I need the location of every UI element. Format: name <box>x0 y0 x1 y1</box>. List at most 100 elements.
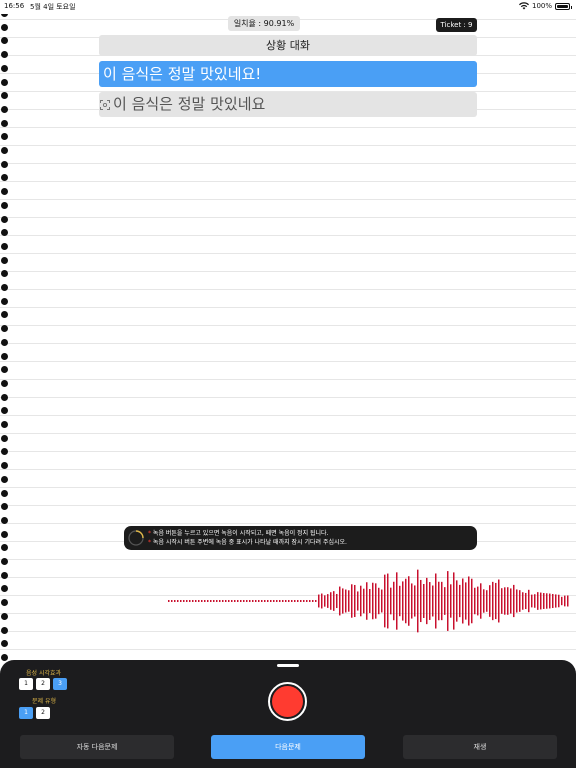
waveform-bar <box>183 600 185 602</box>
record-icon <box>272 686 303 717</box>
ring-hole <box>1 421 8 428</box>
waveform-bar <box>321 593 323 609</box>
ring-hole <box>1 147 8 154</box>
ring-hole <box>1 379 8 387</box>
sound-effect-option-2[interactable]: 2 <box>36 678 50 690</box>
ring-hole <box>1 325 8 333</box>
status-right: 100% <box>518 2 572 10</box>
ring-hole <box>1 105 8 113</box>
auto-next-button[interactable]: 자동 다음문제 <box>20 735 174 759</box>
waveform-bar <box>426 577 428 625</box>
question-type-option-2[interactable]: 2 <box>36 707 50 719</box>
ring-hole <box>1 503 8 511</box>
next-question-button[interactable]: 다음문제 <box>211 735 365 759</box>
status-time: 16:56 <box>4 2 25 10</box>
waveform-bar <box>180 600 182 602</box>
waveform-bar <box>360 585 362 617</box>
waveform-bar <box>369 589 371 613</box>
record-button[interactable] <box>268 682 307 721</box>
sound-effect-option-1[interactable]: 1 <box>19 678 33 690</box>
waveform-bar <box>483 589 485 613</box>
waveform-bar <box>315 600 317 602</box>
waveform-bar <box>255 600 257 602</box>
waveform-bar <box>372 582 374 620</box>
recognized-sentence-box: 이 음식은 정말 맛있네요 <box>99 92 477 117</box>
waveform-bar <box>330 592 332 610</box>
ring-hole <box>1 92 8 100</box>
match-rate-label: 일치율 : 90.91% <box>228 16 300 31</box>
waveform-bar <box>207 600 209 602</box>
waveform-bar <box>270 600 272 602</box>
waveform-bar <box>552 593 554 609</box>
waveform-bar <box>549 593 551 609</box>
waveform-bar <box>480 583 482 619</box>
waveform-bar <box>243 600 245 602</box>
ring-hole <box>1 23 8 31</box>
waveform-bar <box>252 600 254 602</box>
ring-hole <box>1 119 8 127</box>
waveform-bar <box>309 600 311 602</box>
waveform-bar <box>288 600 290 602</box>
waveform-bar <box>177 600 179 602</box>
waveform-bar <box>222 600 224 602</box>
ring-hole <box>1 188 8 196</box>
ring-hole <box>1 297 8 305</box>
ring-hole <box>1 284 8 291</box>
ring-hole <box>1 448 8 456</box>
waveform-bar <box>465 582 467 620</box>
waveform-bar <box>249 600 251 602</box>
sound-effect-option-3[interactable]: 3 <box>53 678 67 690</box>
waveform-bar <box>327 594 329 608</box>
waveform-bar <box>228 600 230 602</box>
waveform-bar <box>282 600 284 602</box>
waveform-bar <box>462 578 464 624</box>
waveform-bar <box>441 581 443 621</box>
ring-hole <box>1 201 8 209</box>
waveform-bar <box>381 589 383 613</box>
ring-hole <box>1 242 8 250</box>
waveform-bar <box>438 581 440 621</box>
ring-hole <box>1 475 8 483</box>
waveform-bar <box>498 579 500 623</box>
ring-hole <box>1 270 8 278</box>
target-sentence: 이 음식은 정말 맛있네요! <box>99 61 477 87</box>
battery-icon <box>555 2 572 10</box>
waveform-bar <box>450 584 452 618</box>
waveform-bar <box>492 581 494 621</box>
control-panel: 음성 시각효과 1 2 3 문제 유형 1 2 자동 다음문제 다음문제 재생 <box>0 660 576 768</box>
waveform-bar <box>501 588 503 614</box>
play-button[interactable]: 재생 <box>403 735 557 759</box>
ring-hole <box>1 174 8 182</box>
waveform-bar <box>192 600 194 602</box>
waveform-bar <box>435 573 437 629</box>
waveform-bar <box>516 589 518 613</box>
waveform-bar <box>285 600 287 602</box>
panel-drag-handle[interactable] <box>277 664 299 667</box>
waveform-bar <box>489 585 491 617</box>
waveform-bar <box>171 600 173 602</box>
waveform-bar <box>312 600 314 602</box>
waveform-bar <box>216 600 218 602</box>
waveform-bar <box>540 592 542 610</box>
waveform-bar <box>357 591 359 611</box>
waveform-bar <box>303 600 305 602</box>
notebook-rings <box>0 10 10 661</box>
ring-hole <box>1 64 8 72</box>
waveform-bar <box>198 600 200 602</box>
question-type-option-1[interactable]: 1 <box>19 707 33 719</box>
waveform-bar <box>510 588 512 614</box>
waveform-bar <box>423 584 425 618</box>
waveform-bar <box>318 594 320 608</box>
ring-hole <box>1 133 8 141</box>
waveform-bar <box>543 593 545 609</box>
ring-hole <box>1 516 8 524</box>
waveform-bar <box>504 587 506 615</box>
waveform-bar <box>213 600 215 602</box>
ticket-badge: Ticket : 9 <box>436 18 477 32</box>
waveform-bar <box>168 600 170 602</box>
waveform-bar <box>237 600 239 602</box>
waveform-bar <box>306 600 308 602</box>
waveform-bar <box>279 600 281 602</box>
loading-spinner-icon <box>128 530 144 546</box>
waveform-bar <box>225 600 227 602</box>
